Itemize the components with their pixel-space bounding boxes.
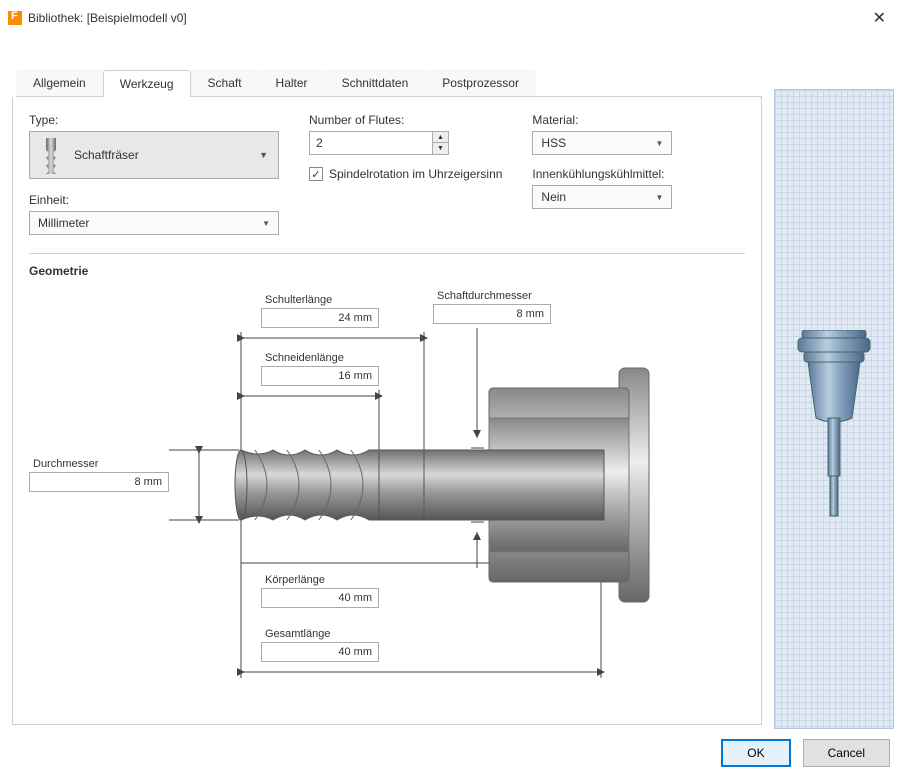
cancel-button[interactable]: Cancel [803,739,890,767]
durchmesser-label: Durchmesser [29,456,169,472]
endmill-icon [38,136,64,174]
flutes-spinner[interactable]: 2 ▲ ▼ [309,131,449,155]
schulterlaenge-label: Schulterlänge [261,292,379,308]
schaftdurchmesser-input[interactable]: 8 mm [433,304,551,324]
tab-schaft[interactable]: Schaft [191,69,259,96]
tab-content: Type: Schaftfräser [12,97,762,725]
koerperlaenge-input[interactable]: 40 mm [261,588,379,608]
type-select[interactable]: Schaftfräser [29,131,279,179]
spindle-rotation-label: Spindelrotation im Uhrzeigersinn [329,167,502,181]
spindle-rotation-checkbox[interactable]: ✓ [309,167,323,181]
gesamtlaenge-input[interactable]: 40 mm [261,642,379,662]
tool-preview-icon [794,330,874,530]
titlebar: Bibliothek: [Beispielmodell v0] ✕ [0,0,906,37]
tab-allgemein[interactable]: Allgemein [16,69,103,96]
flutes-value: 2 [316,136,323,150]
schaftdurchmesser-label: Schaftdurchmesser [433,288,551,304]
tab-schnittdaten[interactable]: Schnittdaten [325,69,426,96]
koerperlaenge-label: Körperlänge [261,572,379,588]
geometry-diagram: Durchmesser 8 mm Schulterlänge 24 mm Sch… [29,288,745,708]
spinner-up-icon[interactable]: ▲ [433,132,448,143]
ok-button[interactable]: OK [721,739,790,767]
schneidenlaenge-label: Schneidenlänge [261,350,379,366]
unit-select[interactable]: Millimeter [29,211,279,235]
coolant-label: Innenkühlungskühlmittel: [532,167,672,181]
app-icon [8,11,22,25]
coolant-select[interactable]: Nein [532,185,672,209]
geometry-header: Geometrie [29,264,745,278]
tab-postprozessor[interactable]: Postprozessor [425,69,536,96]
tool-preview-panel [774,89,894,729]
spinner-down-icon[interactable]: ▼ [433,143,448,154]
flutes-label: Number of Flutes: [309,113,502,127]
type-label: Type: [29,113,279,127]
dialog-footer: OK Cancel [0,729,906,777]
unit-label: Einheit: [29,193,279,207]
tab-werkzeug[interactable]: Werkzeug [103,70,191,97]
window-title: Bibliothek: [Beispielmodell v0] [28,11,187,25]
unit-value: Millimeter [38,216,89,230]
tool-drawing [235,368,649,602]
material-select[interactable]: HSS [532,131,672,155]
gesamtlaenge-label: Gesamtlänge [261,626,379,642]
durchmesser-input[interactable]: 8 mm [29,472,169,492]
dimension-lines [29,288,729,708]
check-icon: ✓ [311,168,320,181]
tab-halter[interactable]: Halter [259,69,325,96]
tab-bar: Allgemein Werkzeug Schaft Halter Schnitt… [16,69,762,97]
material-label: Material: [532,113,672,127]
material-value: HSS [541,136,566,150]
schulterlaenge-input[interactable]: 24 mm [261,308,379,328]
coolant-value: Nein [541,190,566,204]
schneidenlaenge-input[interactable]: 16 mm [261,366,379,386]
type-value: Schaftfräser [74,148,139,162]
close-icon[interactable]: ✕ [865,6,894,30]
